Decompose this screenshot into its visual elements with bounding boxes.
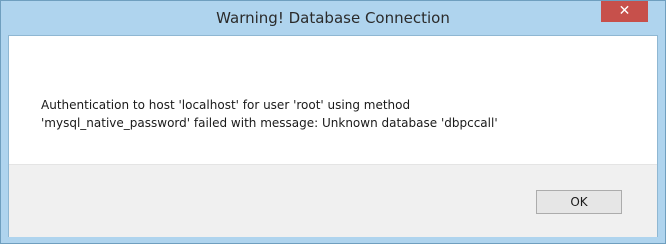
close-icon: ✕ xyxy=(618,3,631,19)
message-line: Authentication to host 'localhost' for u… xyxy=(41,98,411,112)
dialog-window: Warning! Database Connection ✕ Authentic… xyxy=(0,0,666,244)
ok-button[interactable]: OK xyxy=(536,190,622,214)
error-message: Authentication to host 'localhost' for u… xyxy=(41,96,641,132)
dialog-body: Authentication to host 'localhost' for u… xyxy=(8,35,658,237)
message-line: 'mysql_native_password' failed with mess… xyxy=(41,116,498,130)
title-bar[interactable]: Warning! Database Connection ✕ xyxy=(1,1,665,35)
dialog-title: Warning! Database Connection xyxy=(216,9,450,27)
button-bar: OK xyxy=(9,164,657,237)
close-button[interactable]: ✕ xyxy=(601,1,648,22)
